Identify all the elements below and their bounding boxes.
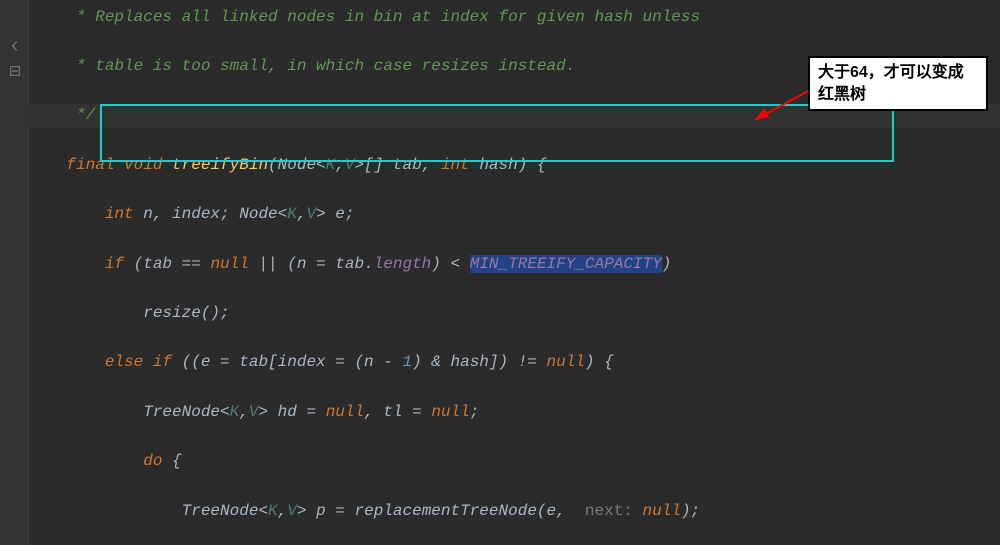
fold-minus-icon[interactable] <box>10 60 20 70</box>
fold-brace-icon[interactable] <box>10 35 20 45</box>
keyword: final void <box>66 156 172 174</box>
comment-text: */ <box>28 106 95 124</box>
annotation-callout: 大于64，才可以变成红黑树 <box>808 56 988 111</box>
method-name: treeifyBin <box>172 156 268 174</box>
selected-constant: MIN_TREEIFY_CAPACITY <box>470 255 662 273</box>
gutter <box>0 0 29 545</box>
comment-text: * table is too small, in which case resi… <box>28 57 575 75</box>
code-content[interactable]: * Replaces all linked nodes in bin at in… <box>28 0 700 545</box>
comment-text: * Replaces all linked nodes in bin at in… <box>28 8 700 26</box>
param-hint: next: <box>585 502 643 520</box>
annotation-text: 大于64，才可以变成红黑树 <box>818 64 964 103</box>
